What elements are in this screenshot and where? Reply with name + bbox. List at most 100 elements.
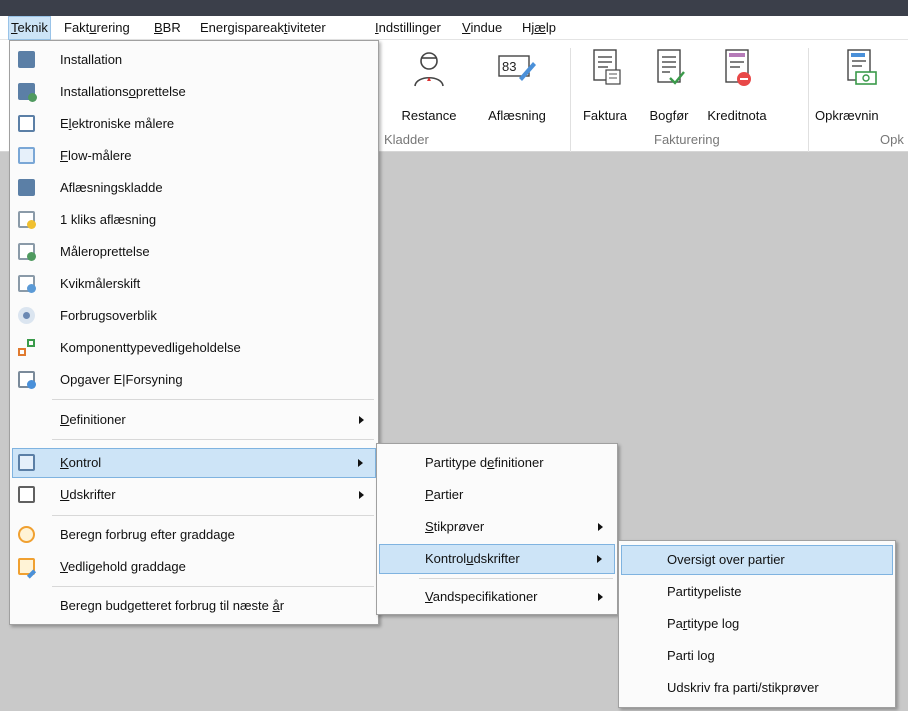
group-label-fakturering: Fakturering bbox=[654, 132, 720, 147]
eye-search-icon bbox=[18, 307, 35, 324]
menu-separator bbox=[52, 515, 374, 516]
menu-item-installation[interactable]: Installation bbox=[12, 45, 376, 75]
menu-item-udskriv-fra-parti[interactable]: Udskriv fra parti/stikprøver bbox=[621, 673, 893, 703]
ribbon-separator bbox=[570, 48, 571, 152]
menu-item-beregn-forbrug-graddage[interactable]: Beregn forbrug efter graddage bbox=[12, 520, 376, 550]
menu-item-udskrifter[interactable]: Udskrifter bbox=[12, 480, 376, 510]
menu-item-label: Beregn forbrug efter graddage bbox=[60, 527, 235, 542]
bogfoer-button[interactable]: Bogfør bbox=[641, 48, 697, 128]
menu-energispareaktiviteter[interactable]: Energispareaktiviteter bbox=[198, 16, 328, 40]
menu-vindue[interactable]: Vindue bbox=[460, 16, 504, 40]
menu-item-label: Kontrol bbox=[60, 455, 102, 470]
faktura-label: Faktura bbox=[582, 108, 628, 123]
meter-add-icon bbox=[18, 83, 37, 102]
menu-item-label: Forbrugsoverblik bbox=[60, 308, 157, 323]
menu-item-label: Installationsoprettelse bbox=[60, 84, 186, 99]
menu-fakturering[interactable]: Fakturering bbox=[62, 16, 132, 40]
tasks-icon bbox=[18, 371, 36, 389]
submenu-arrow-icon bbox=[597, 555, 602, 563]
menu-item-label: Kvikmålerskift bbox=[60, 276, 141, 291]
menu-item-maaleroprettelse[interactable]: Måleroprettelse bbox=[12, 237, 376, 267]
menu-item-label: Flow-målere bbox=[60, 148, 132, 163]
menu-item-label: Komponenttypevedligeholdelse bbox=[60, 340, 241, 355]
menu-separator bbox=[52, 586, 374, 587]
submenu-arrow-icon bbox=[598, 523, 603, 531]
menu-item-komponenttypevedligeholdelse[interactable]: Komponenttypevedligeholdelse bbox=[12, 333, 376, 363]
menu-item-label: Partier bbox=[425, 487, 464, 502]
menu-item-label: Definitioner bbox=[60, 412, 126, 427]
control-icon bbox=[18, 454, 35, 471]
menu-indstillinger[interactable]: Indstillinger bbox=[373, 16, 443, 40]
menu-item-label: Partitype log bbox=[667, 616, 740, 631]
menu-item-label: Vedligehold graddage bbox=[60, 559, 186, 574]
kreditnota-label: Kreditnota bbox=[707, 108, 767, 123]
menu-item-label: 1 kliks aflæsning bbox=[60, 212, 157, 227]
menu-item-installationsoprettelse[interactable]: Installationsoprettelse bbox=[12, 77, 376, 107]
submenu-arrow-icon bbox=[598, 593, 603, 601]
teknik-menu: Installation Installationsoprettelse Ele… bbox=[9, 40, 379, 625]
person-icon bbox=[414, 52, 444, 87]
menu-item-partitype-log[interactable]: Partitype log bbox=[621, 609, 893, 639]
aflaesning-label: Aflæsning bbox=[488, 108, 546, 123]
menu-item-forbrugsoverblik[interactable]: Forbrugsoverblik bbox=[12, 301, 376, 331]
menu-item-stikproever[interactable]: Stikprøver bbox=[379, 512, 615, 542]
kreditnota-button[interactable]: Kreditnota bbox=[697, 48, 777, 128]
submenu-arrow-icon bbox=[359, 416, 364, 424]
ribbon-separator bbox=[808, 48, 809, 152]
reading-icon bbox=[18, 179, 35, 196]
menu-item-kontrol[interactable]: Kontrol bbox=[12, 448, 376, 478]
menu-item-label: Opgaver E|Forsyning bbox=[60, 372, 183, 387]
kontroludskrifter-submenu: Oversigt over partier Partitypeliste Par… bbox=[618, 540, 896, 708]
menu-bbr[interactable]: BBR bbox=[152, 16, 183, 40]
invoice-icon bbox=[593, 49, 621, 85]
menu-item-elektroniske-maalere[interactable]: Elektroniske målere bbox=[12, 109, 376, 139]
menu-hjaelp[interactable]: Hjælp bbox=[520, 16, 558, 40]
restance-button[interactable]: Restance bbox=[394, 48, 464, 128]
menu-item-kvikmaalerskift[interactable]: Kvikmålerskift bbox=[12, 269, 376, 299]
menu-item-opgaver-eforsyning[interactable]: Opgaver E|Forsyning bbox=[12, 365, 376, 395]
menu-item-aflaesningskladde[interactable]: Aflæsningskladde bbox=[12, 173, 376, 203]
menu-item-vandspecifikationer[interactable]: Vandspecifikationer bbox=[379, 582, 615, 612]
menu-item-label: Måleroprettelse bbox=[60, 244, 150, 259]
menu-item-vedligehold-graddage[interactable]: Vedligehold graddage bbox=[12, 552, 376, 582]
menu-item-kontroludskrifter[interactable]: Kontroludskrifter bbox=[379, 544, 615, 574]
component-icon bbox=[18, 339, 35, 356]
flow-icon bbox=[18, 147, 35, 164]
bogfoer-label: Bogfør bbox=[649, 108, 689, 123]
menu-item-label: Vandspecifikationer bbox=[425, 589, 538, 604]
menu-item-label: Beregn budgetteret forbrug til næste år bbox=[60, 598, 285, 613]
menu-separator bbox=[52, 439, 374, 440]
menu-item-label: Aflæsningskladde bbox=[60, 180, 163, 195]
menu-item-partitypeliste[interactable]: Partitypeliste bbox=[621, 577, 893, 607]
aflaesning-button[interactable]: 83 Aflæsning bbox=[474, 48, 560, 128]
book-check-icon bbox=[657, 49, 685, 85]
menu-teknik[interactable]: Teknik bbox=[8, 16, 51, 40]
menu-item-label: Elektroniske målere bbox=[60, 116, 175, 131]
meter-icon bbox=[18, 51, 35, 68]
menu-item-label: Kontroludskrifter bbox=[425, 551, 520, 566]
restance-label: Restance bbox=[401, 108, 457, 123]
menu-item-1-kliks-aflaesning[interactable]: 1 kliks aflæsning bbox=[12, 205, 376, 235]
opkraevning-button[interactable]: Opkrævnin bbox=[813, 48, 908, 128]
sun-icon bbox=[18, 526, 35, 543]
submenu-arrow-icon bbox=[359, 491, 364, 499]
menu-item-oversigt-over-partier[interactable]: Oversigt over partier bbox=[621, 545, 893, 575]
menu-item-label: Parti log bbox=[667, 648, 715, 663]
printer-icon bbox=[18, 486, 35, 503]
menu-item-partier[interactable]: Partier bbox=[379, 480, 615, 510]
payment-request-icon bbox=[847, 49, 877, 85]
menu-item-beregn-budgetteret-forbrug[interactable]: Beregn budgetteret forbrug til næste år bbox=[12, 591, 376, 621]
menu-item-label: Oversigt over partier bbox=[667, 552, 785, 567]
meter-swap-icon bbox=[18, 275, 36, 293]
menu-item-label: Installation bbox=[60, 52, 123, 67]
menu-item-label: Udskriv fra parti/stikprøver bbox=[667, 680, 819, 695]
meter-create-icon bbox=[18, 243, 36, 261]
credit-note-icon bbox=[725, 49, 751, 86]
menu-item-partitype-definitioner[interactable]: Partitype definitioner bbox=[379, 448, 615, 478]
menu-item-parti-log[interactable]: Parti log bbox=[621, 641, 893, 671]
menu-item-flow-maalere[interactable]: Flow-målere bbox=[12, 141, 376, 171]
submenu-arrow-icon bbox=[358, 459, 363, 467]
menu-item-definitioner[interactable]: Definitioner bbox=[12, 405, 376, 435]
opkraevning-label: Opkrævnin bbox=[815, 108, 879, 123]
faktura-button[interactable]: Faktura bbox=[577, 48, 633, 128]
